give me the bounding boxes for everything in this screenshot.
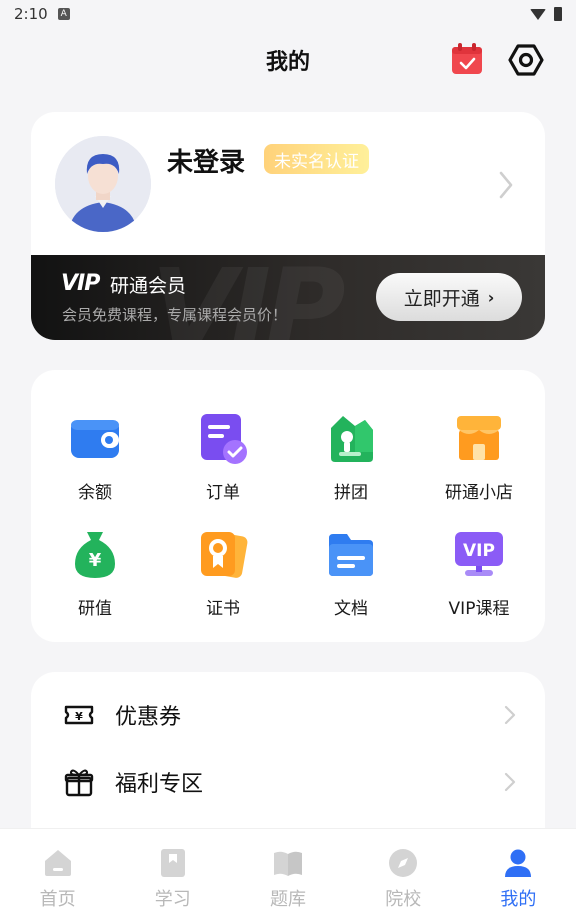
nav-tab-schools[interactable]: 院校 — [346, 829, 461, 920]
service-shop-label: 研通小店 — [445, 483, 513, 503]
svg-text:VIP: VIP — [463, 541, 495, 561]
coupon-icon: ¥ — [64, 705, 94, 725]
service-balance-label: 余额 — [78, 483, 112, 503]
calendar-check-icon[interactable] — [450, 42, 484, 76]
services-grid: 余额 订单 拼团 研通小店 ¥ 研值 证书 文档 VIP VIP课程 — [31, 370, 545, 642]
open-vip-button-label: 立即开通 — [403, 287, 480, 310]
service-group-buy-label: 拼团 — [334, 483, 368, 503]
battery-icon — [554, 7, 562, 21]
service-certificate[interactable]: 证书 — [168, 528, 278, 638]
nav-tab-question-bank-label: 题库 — [270, 889, 306, 910]
service-orders-label: 订单 — [206, 483, 240, 503]
service-group-buy[interactable]: 拼团 — [296, 412, 406, 522]
list-item-benefits[interactable]: 福利专区 — [31, 752, 545, 812]
compass-icon — [389, 849, 418, 877]
nav-tab-home[interactable]: 首页 — [0, 829, 115, 920]
chevron-right-icon — [504, 772, 516, 792]
default-avatar-icon — [55, 136, 151, 232]
certificate-icon — [201, 532, 248, 578]
menu-list: ¥ 优惠券 福利专区 — [31, 672, 545, 852]
nav-tab-schools-label: 院校 — [385, 889, 422, 910]
service-vip-courses[interactable]: VIP VIP课程 — [424, 528, 534, 638]
nav-tab-study-label: 学习 — [154, 889, 191, 910]
vip-membership-banner[interactable]: VIP VIP 研通会员 会员免费课程，专属课程会员价！ 立即开通 › — [31, 255, 545, 340]
service-certificate-label: 证书 — [206, 599, 240, 619]
home-icon — [44, 850, 71, 876]
service-points[interactable]: ¥ 研值 — [40, 528, 150, 638]
notification-a-icon: A — [57, 8, 70, 20]
profile-icon — [505, 849, 532, 877]
service-documents[interactable]: 文档 — [296, 528, 406, 638]
vip-description: 会员免费课程，专属课程会员价！ — [62, 306, 288, 324]
page-title: 我的 — [265, 50, 310, 75]
order-icon — [201, 414, 247, 464]
folder-icon — [329, 534, 373, 576]
vip-title: 研通会员 — [110, 275, 187, 297]
svg-text:¥: ¥ — [75, 710, 83, 723]
profile-card[interactable]: 未登录 未实名认证 VIP VIP 研通会员 会员免费课程，专属课程会员价！ 立… — [31, 112, 545, 340]
status-indicators — [530, 7, 562, 21]
service-balance[interactable]: 余额 — [40, 412, 150, 522]
list-item-coupons[interactable]: ¥ 优惠券 — [31, 685, 545, 745]
nav-tab-study[interactable]: 学习 — [115, 829, 230, 920]
study-icon — [160, 849, 185, 877]
wifi-icon — [530, 8, 546, 20]
vip-course-icon: VIP — [455, 532, 503, 576]
page-header: 我的 — [0, 38, 576, 82]
group-buy-icon — [331, 416, 373, 462]
username[interactable]: 未登录 — [167, 142, 245, 179]
status-bar: 2:10 A — [0, 0, 576, 28]
service-documents-label: 文档 — [334, 599, 368, 619]
service-points-label: 研值 — [78, 599, 112, 619]
nav-tab-question-bank[interactable]: 题库 — [230, 829, 345, 920]
service-orders[interactable]: 订单 — [168, 412, 278, 522]
status-time: 2:10 — [14, 5, 48, 23]
service-vip-courses-label: VIP课程 — [448, 599, 510, 619]
list-item-benefits-label: 福利专区 — [115, 772, 204, 797]
settings-hexagon-icon[interactable] — [508, 42, 544, 78]
chevron-right-icon[interactable] — [497, 170, 515, 200]
verification-badge[interactable]: 未实名认证 — [264, 144, 369, 174]
list-item-coupons-label: 优惠券 — [115, 705, 182, 730]
chevron-right-icon — [504, 705, 516, 725]
vip-logo: VIP — [61, 271, 100, 296]
avatar[interactable] — [55, 136, 151, 232]
nav-tab-profile[interactable]: 我的 — [461, 829, 576, 920]
gift-icon — [64, 769, 94, 797]
nav-tab-home-label: 首页 — [39, 889, 76, 910]
service-shop[interactable]: 研通小店 — [424, 412, 534, 522]
money-bag-icon: ¥ — [75, 532, 115, 578]
shop-icon — [457, 416, 501, 460]
nav-tab-profile-label: 我的 — [500, 889, 537, 910]
open-vip-button[interactable]: 立即开通 › — [376, 273, 522, 321]
chevron-right-icon: › — [487, 287, 495, 307]
wallet-icon — [71, 420, 119, 458]
svg-text:¥: ¥ — [89, 550, 102, 571]
question-bank-icon — [274, 851, 302, 876]
bottom-navigation: 首页 学习 题库 院校 我的 — [0, 828, 576, 920]
